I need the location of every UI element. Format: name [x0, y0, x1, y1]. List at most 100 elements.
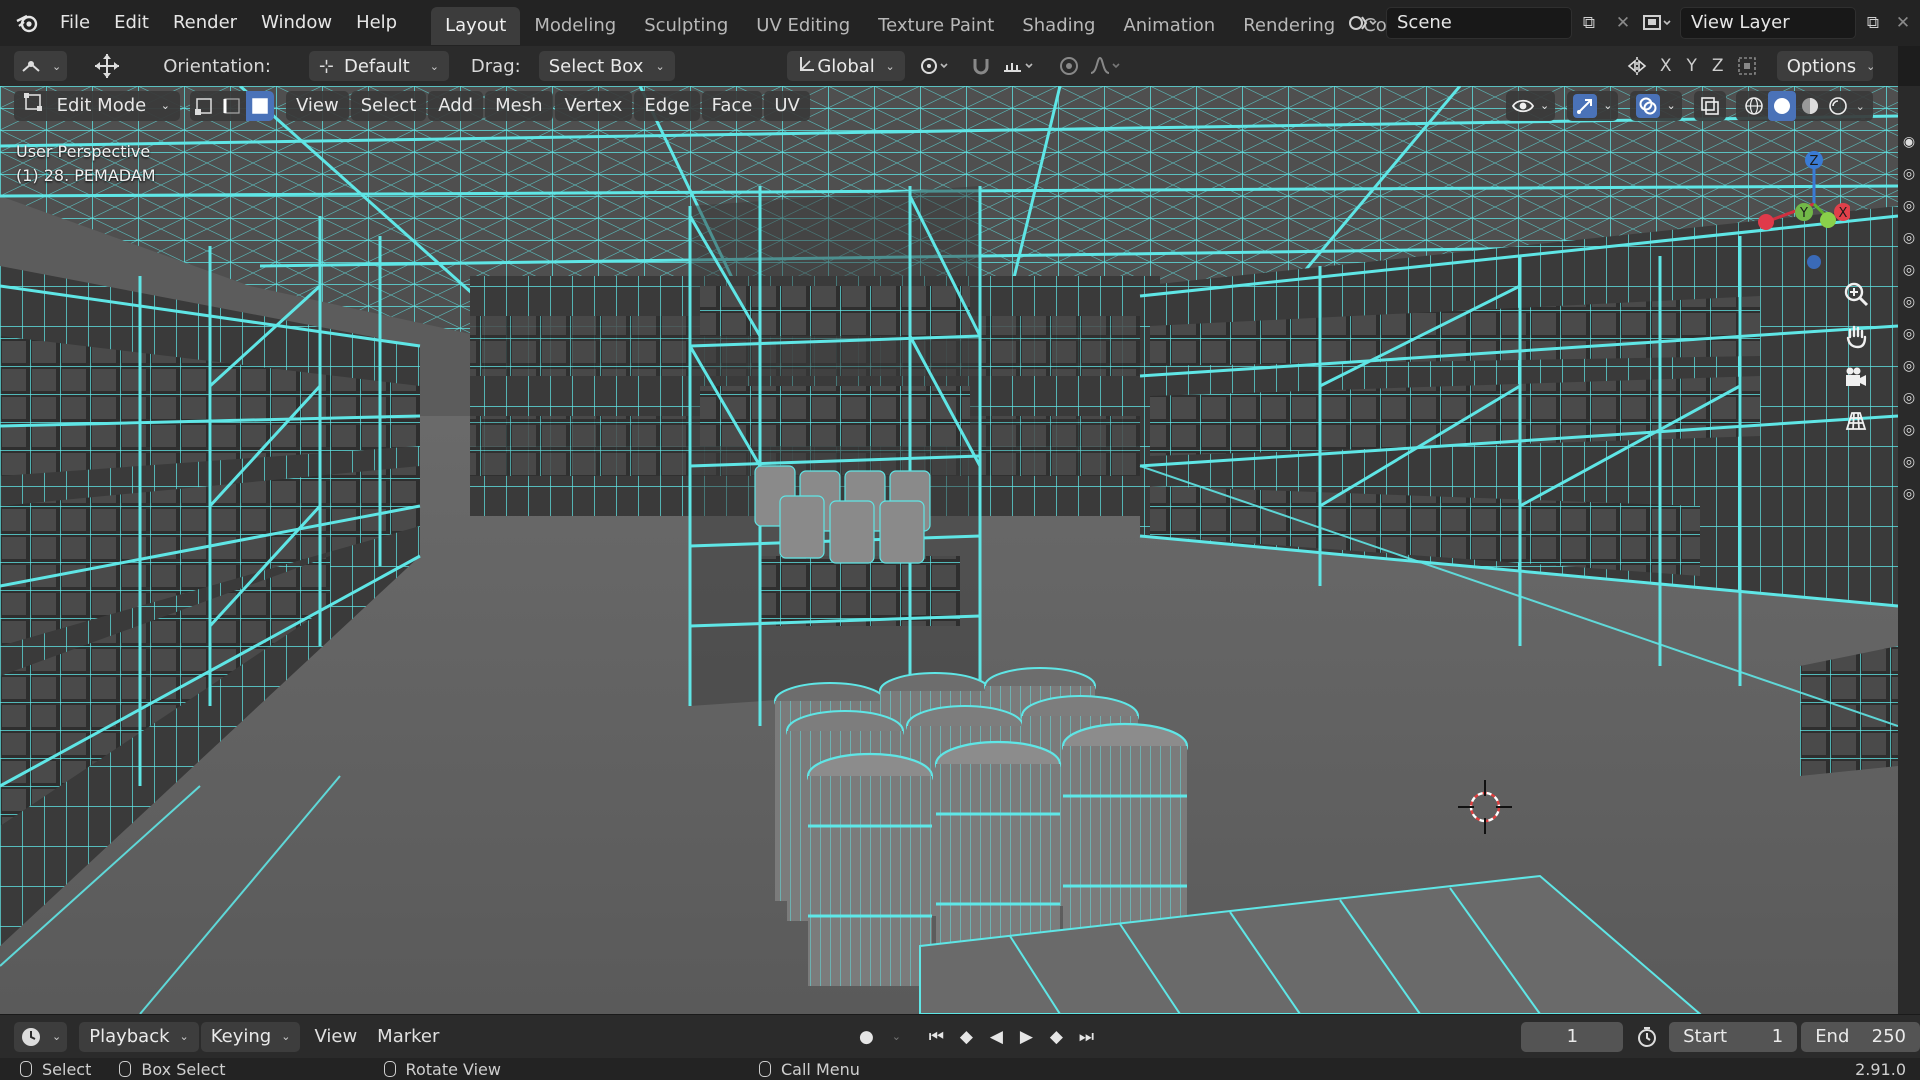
menu-render[interactable]: Render — [161, 0, 249, 46]
keying-dropdown[interactable]: Keying ⌄ — [200, 1021, 301, 1052]
top-menu-bar: File Edit Render Window Help Layout Mode… — [0, 0, 1920, 46]
menu-edge[interactable]: Edge — [634, 91, 700, 121]
snap-target-icon[interactable] — [997, 51, 1041, 81]
zoom-icon[interactable] — [1838, 276, 1874, 312]
timeline-view-menu[interactable]: View — [304, 1026, 367, 1047]
gizmo-dropdown[interactable]: ⌄ — [1567, 91, 1619, 121]
drag-value: Select Box — [548, 55, 644, 77]
overlay-toggle-icon — [1636, 94, 1661, 118]
gizmo-neg-y-axis[interactable] — [1820, 212, 1836, 228]
visibility-dropdown[interactable]: ⌄ — [1506, 91, 1556, 121]
mirror-icon[interactable] — [1621, 51, 1653, 81]
mirror-x-toggle[interactable]: X — [1653, 51, 1679, 81]
menu-help[interactable]: Help — [344, 0, 409, 46]
new-scene-icon[interactable]: ⧉ — [1572, 7, 1606, 39]
blender-logo-icon[interactable] — [8, 0, 48, 46]
jump-end-icon[interactable]: ⏭ — [1071, 1022, 1101, 1052]
orientation-dropdown[interactable]: ⊹ Default ⌄ — [308, 51, 449, 81]
overlay-dropdown[interactable]: ⌄ — [1630, 91, 1682, 121]
scene-name-field[interactable]: Scene — [1386, 7, 1572, 39]
timeline-editor-type-dropdown[interactable]: ⌄ — [14, 1021, 68, 1052]
status-box-select-hint: Box Select — [119, 1060, 226, 1079]
preview-range-icon[interactable] — [1633, 1022, 1661, 1052]
perspective-toggle-icon[interactable] — [1838, 402, 1874, 438]
mirror-z-toggle[interactable]: Z — [1705, 51, 1731, 81]
timeline-marker-menu[interactable]: Marker — [367, 1026, 449, 1047]
vertex-select-icon[interactable] — [190, 91, 218, 121]
status-bar: Select Box Select Rotate View Call Menu … — [0, 1058, 1920, 1080]
options-dropdown[interactable]: Options ⌄ — [1776, 51, 1875, 81]
jump-prev-keyframe-icon[interactable]: ◆ — [951, 1022, 981, 1052]
menu-file[interactable]: File — [48, 0, 102, 46]
menu-select[interactable]: Select — [350, 91, 427, 121]
move-tool-icon[interactable] — [87, 51, 127, 81]
menu-add[interactable]: Add — [428, 91, 484, 121]
tab-animation[interactable]: Animation — [1109, 7, 1229, 45]
scene-icon[interactable] — [1340, 7, 1386, 39]
transform-orientation-dropdown[interactable]: Global ⌄ — [786, 51, 905, 81]
material-shading-icon[interactable] — [1796, 91, 1824, 121]
solid-shading-icon[interactable] — [1767, 91, 1796, 121]
tab-sculpting[interactable]: Sculpting — [630, 7, 742, 45]
view-layer-name-field[interactable]: View Layer — [1680, 7, 1856, 39]
snap-icon[interactable] — [965, 51, 997, 81]
mode-dropdown[interactable]: Edit Mode ⌄ — [14, 91, 180, 121]
delete-view-layer-icon[interactable]: ✕ — [1890, 7, 1916, 39]
menu-edit[interactable]: Edit — [102, 0, 161, 46]
menu-window[interactable]: Window — [249, 0, 344, 46]
collection-visibility-icons[interactable]: ◉ ◎ ◎ ◎ ◎ ◎ ◎ ◎ ◎ ◎ ◎ ◎ — [1898, 126, 1920, 510]
start-frame-field[interactable]: Start 1 — [1669, 1021, 1798, 1052]
menu-vertex[interactable]: Vertex — [554, 91, 633, 121]
drag-dropdown[interactable]: Select Box ⌄ — [538, 51, 675, 81]
menu-face[interactable]: Face — [701, 91, 763, 121]
status-rotate-label: Rotate View — [405, 1059, 501, 1079]
xray-toggle[interactable] — [1693, 91, 1726, 121]
gizmo-neg-x-axis[interactable] — [1758, 214, 1774, 230]
tab-uv-editing[interactable]: UV Editing — [742, 7, 864, 45]
view-layer-icon[interactable] — [1634, 7, 1680, 39]
pivot-icon: ⊹ — [318, 55, 334, 77]
end-frame-field[interactable]: End 250 — [1801, 1021, 1920, 1052]
timeline-header: ⌄ Playback ⌄ Keying ⌄ View Marker ● ⌄ ⏮ ◆ … — [0, 1014, 1920, 1058]
record-keyframe-icon[interactable]: ● — [851, 1022, 881, 1052]
shading-options-chevron-icon[interactable]: ⌄ — [1852, 100, 1869, 113]
jump-start-icon[interactable]: ⏮ — [921, 1022, 951, 1052]
falloff-icon[interactable] — [1085, 51, 1125, 81]
gizmo-neg-z-axis[interactable] — [1807, 255, 1821, 269]
playback-dropdown[interactable]: Playback ⌄ — [79, 1021, 199, 1052]
mirror-y-toggle[interactable]: Y — [1679, 51, 1705, 81]
menu-mesh[interactable]: Mesh — [485, 91, 553, 121]
view-layer-selector: View Layer ⧉ ✕ — [1634, 6, 1916, 40]
xray-icon — [1700, 97, 1719, 115]
camera-view-icon[interactable] — [1838, 360, 1874, 396]
3d-cursor-icon[interactable] — [1450, 772, 1520, 842]
rendered-shading-icon[interactable] — [1824, 91, 1852, 121]
tab-modeling[interactable]: Modeling — [520, 7, 630, 45]
3d-viewport[interactable]: Z Y X User Perspective (1) 28. PEMADAM — [0, 86, 1898, 1014]
viewport-shading-controls: ⌄ ⌄ ⌄ ⌄ — [1504, 91, 1873, 121]
tab-layout[interactable]: Layout — [431, 7, 521, 45]
editor-type-dropdown[interactable]: ⌄ — [14, 51, 68, 81]
tab-texture-paint[interactable]: Texture Paint — [864, 7, 1008, 45]
topology-mirror-icon[interactable] — [1731, 51, 1763, 81]
jump-next-keyframe-icon[interactable]: ◆ — [1041, 1022, 1071, 1052]
current-frame-field[interactable]: 1 — [1521, 1021, 1624, 1052]
pivot-point-icon[interactable] — [915, 51, 957, 81]
menu-uv[interactable]: UV — [764, 91, 810, 121]
tab-rendering[interactable]: Rendering — [1229, 7, 1349, 45]
wireframe-shading-icon[interactable] — [1740, 91, 1768, 121]
gizmo-toggle-icon — [1573, 94, 1598, 118]
auto-key-options-icon[interactable]: ⌄ — [881, 1022, 911, 1052]
mouse-middle-icon — [383, 1061, 396, 1077]
menu-view[interactable]: View — [286, 91, 349, 121]
new-view-layer-icon[interactable]: ⧉ — [1856, 7, 1890, 39]
edge-select-icon[interactable] — [218, 91, 246, 121]
pan-hand-icon[interactable] — [1838, 318, 1874, 354]
proportional-edit-icon[interactable] — [1053, 51, 1085, 81]
play-reverse-icon[interactable]: ◀ — [981, 1022, 1011, 1052]
play-icon[interactable]: ▶ — [1011, 1022, 1041, 1052]
tab-shading[interactable]: Shading — [1008, 7, 1109, 45]
viewport-header: Edit Mode ⌄ View Select Add Mesh Vertex … — [0, 86, 1898, 126]
navigation-gizmo[interactable]: Z Y X — [1740, 140, 1850, 270]
face-select-icon[interactable] — [246, 91, 274, 121]
